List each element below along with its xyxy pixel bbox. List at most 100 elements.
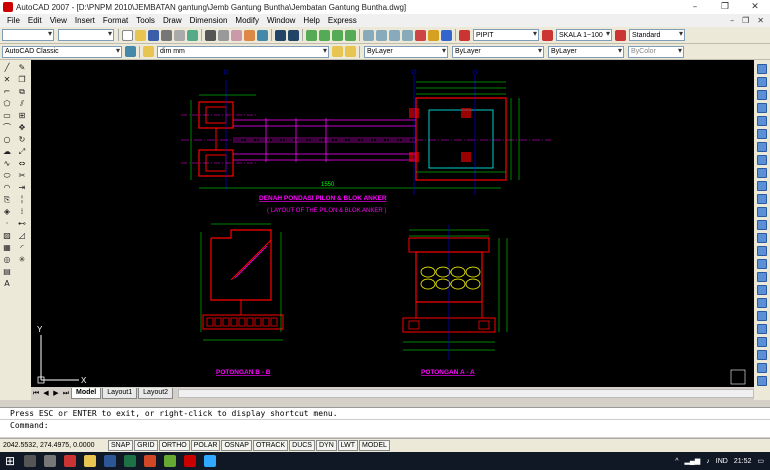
- pan-icon[interactable]: [306, 29, 317, 41]
- excel-icon[interactable]: [124, 455, 136, 467]
- make-block-icon[interactable]: ◈: [1, 207, 13, 217]
- tab-prev-icon[interactable]: ◀: [41, 389, 51, 397]
- minimize-button[interactable]: –: [680, 2, 710, 12]
- tab-layout1[interactable]: Layout1: [102, 387, 138, 399]
- menu-view[interactable]: View: [46, 16, 71, 25]
- tray-chevron-icon[interactable]: ^: [675, 458, 678, 465]
- dim-style-manager-icon[interactable]: [757, 285, 767, 295]
- app-icon[interactable]: [164, 455, 176, 467]
- lineweight-select[interactable]: ByLayer: [548, 45, 624, 58]
- file-explorer-icon[interactable]: [84, 455, 96, 467]
- network-icon[interactable]: ▂▄▆: [685, 457, 701, 465]
- array-icon[interactable]: ⊞: [16, 111, 28, 121]
- snap-toggle[interactable]: SNAP: [108, 440, 134, 451]
- arc-icon[interactable]: ⌒: [1, 123, 13, 133]
- ducs-toggle[interactable]: DUCS: [289, 440, 315, 451]
- language-indicator[interactable]: IND: [716, 458, 728, 465]
- copy-icon[interactable]: [218, 29, 229, 41]
- doc-minimize-button[interactable]: –: [730, 16, 734, 25]
- menu-edit[interactable]: Edit: [24, 16, 46, 25]
- osnap-toggle[interactable]: OSNAP: [221, 440, 252, 451]
- rotate-icon[interactable]: ↻: [16, 135, 28, 145]
- properties-icon[interactable]: [363, 29, 374, 41]
- ellipse-arc-icon[interactable]: ◠: [1, 183, 13, 193]
- copy-object-icon[interactable]: ❐: [16, 75, 28, 85]
- plot-preview-icon[interactable]: [174, 29, 185, 41]
- mirror-icon[interactable]: ⧉: [16, 87, 28, 97]
- zoom-extents-icon[interactable]: [757, 298, 767, 308]
- color-select[interactable]: ByLayer: [364, 45, 448, 58]
- hatch-icon[interactable]: ▨: [1, 231, 13, 241]
- clock[interactable]: 21:52: [734, 458, 752, 465]
- quick-leader-icon[interactable]: [757, 207, 767, 217]
- open-folder-icon[interactable]: [135, 29, 146, 41]
- dim-radius-icon[interactable]: [757, 116, 767, 126]
- notifications-icon[interactable]: ▭: [757, 457, 764, 465]
- dim-angular-icon[interactable]: [757, 155, 767, 165]
- table-style-icon[interactable]: [615, 29, 626, 41]
- make-object-layer-current-icon[interactable]: [332, 46, 343, 57]
- powerpoint-icon[interactable]: [144, 455, 156, 467]
- model-toggle[interactable]: MODEL: [359, 440, 390, 451]
- text-style-select[interactable]: PIPIT: [473, 29, 539, 41]
- point-icon[interactable]: ·: [1, 219, 13, 229]
- linetype-select[interactable]: ByLayer: [452, 45, 544, 58]
- save-icon[interactable]: [148, 29, 159, 41]
- sheet-set-icon[interactable]: [402, 29, 413, 41]
- zoom-previous-icon[interactable]: [345, 29, 356, 41]
- grid-toggle[interactable]: GRID: [134, 440, 158, 451]
- multiline-text-icon[interactable]: A: [1, 279, 13, 289]
- dim-text-edit-icon[interactable]: [757, 259, 767, 269]
- insert-block-icon[interactable]: ⎘: [1, 195, 13, 205]
- zoom-realtime-icon[interactable]: [319, 29, 330, 41]
- ellipse-icon[interactable]: ⬭: [1, 171, 13, 181]
- windows-start-icon[interactable]: ⊞: [0, 454, 20, 468]
- table-icon[interactable]: ▤: [1, 267, 13, 277]
- text-style-icon[interactable]: [459, 29, 470, 41]
- workspace-select[interactable]: AutoCAD Classic: [2, 45, 122, 58]
- cut-icon[interactable]: [205, 29, 216, 41]
- horizontal-scrollbar[interactable]: [178, 388, 754, 398]
- dim-baseline-icon[interactable]: [757, 181, 767, 191]
- chamfer-icon[interactable]: ◿: [16, 231, 28, 241]
- explode-icon[interactable]: ✳: [16, 255, 28, 265]
- dyn-toggle[interactable]: DYN: [315, 440, 337, 451]
- plotstyle-select[interactable]: ByColor: [628, 45, 684, 58]
- layer-manager-icon[interactable]: [143, 46, 154, 57]
- quick-dim-icon[interactable]: [757, 168, 767, 178]
- tool-palettes-icon[interactable]: [389, 29, 400, 41]
- block-editor-icon[interactable]: [257, 29, 268, 41]
- layer-select[interactable]: dim mm: [157, 45, 329, 58]
- help-icon[interactable]: [441, 29, 452, 41]
- menu-modify[interactable]: Modify: [231, 16, 263, 25]
- menu-tools[interactable]: Tools: [132, 16, 159, 25]
- menu-insert[interactable]: Insert: [71, 16, 99, 25]
- zoom-in-icon[interactable]: [757, 324, 767, 334]
- zoom-center-icon[interactable]: [757, 363, 767, 373]
- break-icon[interactable]: ⁞: [16, 207, 28, 217]
- markup-icon[interactable]: [415, 29, 426, 41]
- erase-icon[interactable]: ✎: [16, 63, 28, 73]
- menu-draw[interactable]: Draw: [159, 16, 186, 25]
- autocad-taskbar-icon[interactable]: [184, 455, 196, 467]
- menu-dimension[interactable]: Dimension: [186, 16, 232, 25]
- revision-cloud-icon[interactable]: ☁: [1, 147, 13, 157]
- new-file-icon[interactable]: [122, 29, 133, 41]
- empty-combo[interactable]: [2, 29, 54, 41]
- empty-combo-2[interactable]: [58, 29, 114, 41]
- dim-ordinate-icon[interactable]: [757, 103, 767, 113]
- center-mark-icon[interactable]: [757, 233, 767, 243]
- otrack-toggle[interactable]: OTRACK: [252, 440, 289, 451]
- construction-line-icon[interactable]: ✕: [1, 75, 13, 85]
- dim-update-icon[interactable]: [757, 272, 767, 282]
- maximize-button[interactable]: ❐: [710, 2, 740, 12]
- calculator-icon[interactable]: [428, 29, 439, 41]
- zoom-window-icon[interactable]: [332, 29, 343, 41]
- circle-icon[interactable]: ○: [1, 135, 13, 145]
- tab-last-icon[interactable]: ⏭: [61, 389, 71, 398]
- zoom-object-icon[interactable]: [757, 376, 767, 386]
- task-view-icon[interactable]: [44, 455, 56, 467]
- dim-arc-icon[interactable]: [757, 90, 767, 100]
- volume-icon[interactable]: ♪: [706, 458, 710, 465]
- region-icon[interactable]: ◎: [1, 255, 13, 265]
